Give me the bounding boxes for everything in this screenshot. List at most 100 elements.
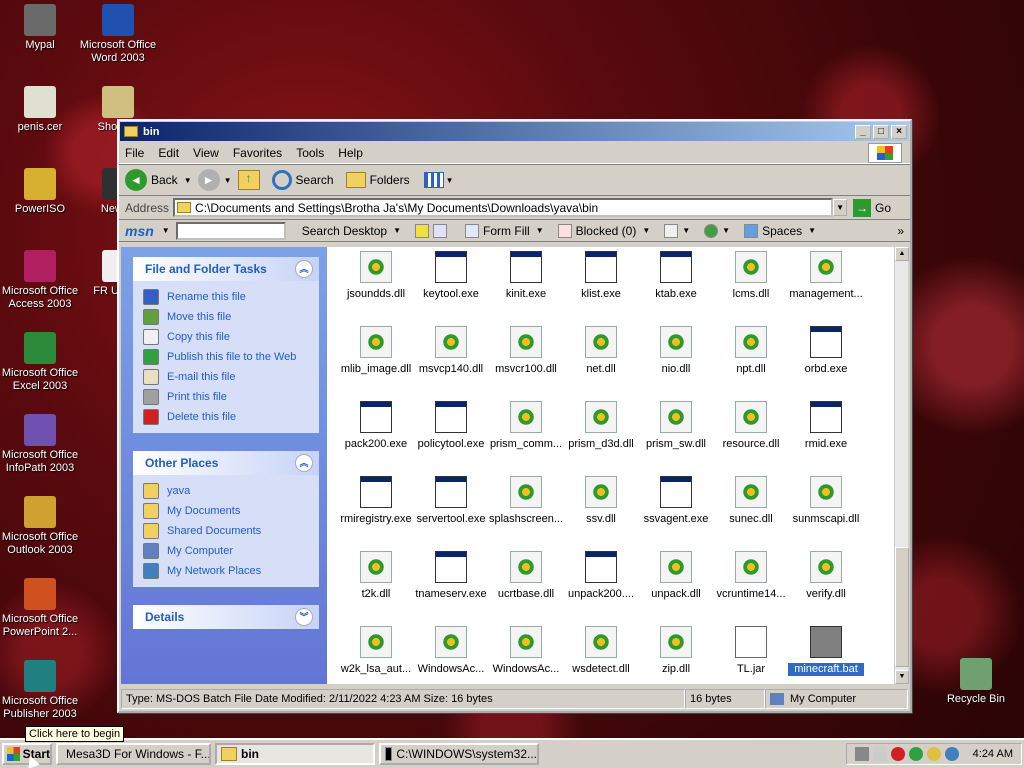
tool-icon[interactable] [854,747,869,761]
file-item[interactable]: msvcp140.dll [413,326,489,376]
file-item[interactable]: wsdetect.dll [563,626,639,676]
menu-help[interactable]: Help [338,146,363,160]
task-link[interactable]: My Documents [143,501,309,521]
address-input[interactable]: C:\Documents and Settings\Brotha Ja's\My… [173,198,834,217]
msn-search-input[interactable] [175,221,286,240]
other-places-header[interactable]: Other Places ︽ [133,451,319,475]
file-item[interactable]: pack200.exe [338,401,414,451]
task-link[interactable]: Print this file [143,387,309,407]
network-icon[interactable] [926,747,941,761]
task-link[interactable]: Rename this file [143,287,309,307]
file-item[interactable]: prism_d3d.dll [563,401,639,451]
file-item[interactable]: mlib_image.dll [338,326,414,376]
menu-file[interactable]: File [125,146,144,160]
file-item[interactable]: unpack.dll [638,551,714,601]
task-link[interactable]: Shared Documents [143,521,309,541]
file-item[interactable]: ssvagent.exe [638,476,714,526]
file-item[interactable]: msvcr100.dll [488,326,564,376]
task-link[interactable]: E-mail this file [143,367,309,387]
task-link[interactable]: Copy this file [143,327,309,347]
file-item[interactable]: vcruntime14... [713,551,789,601]
clock[interactable]: 4:24 AM [973,748,1013,760]
maximize-button[interactable]: □ [873,124,889,139]
task-link[interactable]: Move this file [143,307,309,327]
scroll-down-button[interactable]: ▼ [895,670,909,684]
form-fill-button[interactable]: Form Fill ▼ [465,223,544,238]
file-item[interactable]: verify.dll [788,551,864,601]
file-item[interactable]: nio.dll [638,326,714,376]
taskbar-item-cmd[interactable]: C:\WINDOWS\system32... [379,743,539,765]
desktop-icon[interactable]: penis.cer [0,86,80,134]
file-item[interactable]: prism_comm... [488,401,564,451]
file-item[interactable]: rmiregistry.exe [338,476,414,526]
file-item[interactable]: rmid.exe [788,401,864,451]
file-item[interactable]: management... [788,251,864,301]
msn-logo[interactable]: msn [125,223,154,239]
spaces-button[interactable]: Spaces ▼ [744,223,816,238]
scroll-thumb[interactable] [895,547,909,667]
file-item[interactable]: ktab.exe [638,251,714,301]
security-icon[interactable] [890,747,905,761]
desktop-icon[interactable]: Microsoft Office Word 2003 [78,4,158,65]
file-item[interactable]: TL.jar [713,626,789,676]
desktop-icon[interactable]: Recycle Bin [936,658,1016,706]
file-item[interactable]: orbd.exe [788,326,864,376]
task-link[interactable]: My Computer [143,541,309,561]
messenger-icon[interactable] [944,747,959,761]
file-item[interactable]: ucrtbase.dll [488,551,564,601]
back-button[interactable]: ◄ Back ▼ [125,169,192,191]
menu-tools[interactable]: Tools [296,146,324,160]
file-item[interactable]: w2k_lsa_aut... [338,626,414,676]
mail-button[interactable]: ▼ [664,223,690,238]
file-item[interactable]: klist.exe [563,251,639,301]
file-item[interactable]: jsoundds.dll [338,251,414,301]
taskbar-item-mesa3d[interactable]: Mesa3D For Windows - F... [56,743,211,765]
desktop-icon[interactable]: Microsoft Office InfoPath 2003 [0,414,80,475]
desktop-icon[interactable]: Mypal [0,4,80,52]
shield-icon[interactable] [908,747,923,761]
menu-favorites[interactable]: Favorites [233,146,282,160]
close-button[interactable]: × [891,124,907,139]
forward-button[interactable]: ► ▼ [197,169,232,191]
desktop-icon[interactable]: Microsoft Office Access 2003 [0,250,80,311]
go-button[interactable]: → Go [853,198,891,217]
messenger-button[interactable]: ▼ [704,223,730,238]
file-item[interactable]: WindowsAc... [488,626,564,676]
file-item[interactable]: prism_sw.dll [638,401,714,451]
menu-view[interactable]: View [193,146,219,160]
file-item[interactable]: policytool.exe [413,401,489,451]
minimize-button[interactable]: _ [855,124,871,139]
desktop-icon[interactable]: Microsoft Office PowerPoint 2... [0,578,80,639]
popup-blocker-button[interactable]: Blocked (0) ▼ [557,223,650,238]
collapse-icon[interactable]: ︽ [295,454,313,472]
task-link[interactable]: yava [143,481,309,501]
file-item[interactable]: sunmscapi.dll [788,476,864,526]
collapse-icon[interactable]: ︽ [295,260,313,278]
desktop-icon[interactable]: Microsoft Office Excel 2003 [0,332,80,393]
scroll-up-button[interactable]: ▲ [895,247,909,261]
file-item[interactable]: unpack200.... [563,551,639,601]
file-item[interactable]: resource.dll [713,401,789,451]
vertical-scrollbar[interactable]: ▲ ▼ [894,247,909,684]
search-button[interactable]: Search [271,170,334,190]
file-item[interactable]: minecraft.bat [788,626,864,676]
views-button[interactable]: ▼ [423,172,454,188]
desktop-icon[interactable]: Microsoft Office Outlook 2003 [0,496,80,557]
file-item[interactable]: splashscreen... [488,476,564,526]
up-folder-button[interactable]: ↑ [237,170,260,190]
forward-dropdown-icon[interactable]: ▼ [224,176,232,185]
address-dropdown-button[interactable]: ▼ [833,199,848,216]
desktop-icon[interactable]: PowerISO [0,168,80,216]
task-link[interactable]: My Network Places [143,561,309,581]
notepad-icon[interactable] [872,747,887,761]
taskbar-item-bin[interactable]: bin [215,743,375,765]
file-item[interactable]: WindowsAc... [413,626,489,676]
folders-button[interactable]: Folders [345,172,410,188]
toolbar-overflow-icon[interactable]: » [897,224,904,238]
desktop-icon[interactable]: Microsoft Office Publisher 2003 [0,660,80,721]
file-item[interactable]: keytool.exe [413,251,489,301]
file-folder-tasks-header[interactable]: File and Folder Tasks ︽ [133,257,319,281]
file-item[interactable]: kinit.exe [488,251,564,301]
file-item[interactable]: npt.dll [713,326,789,376]
file-item[interactable]: servertool.exe [413,476,489,526]
